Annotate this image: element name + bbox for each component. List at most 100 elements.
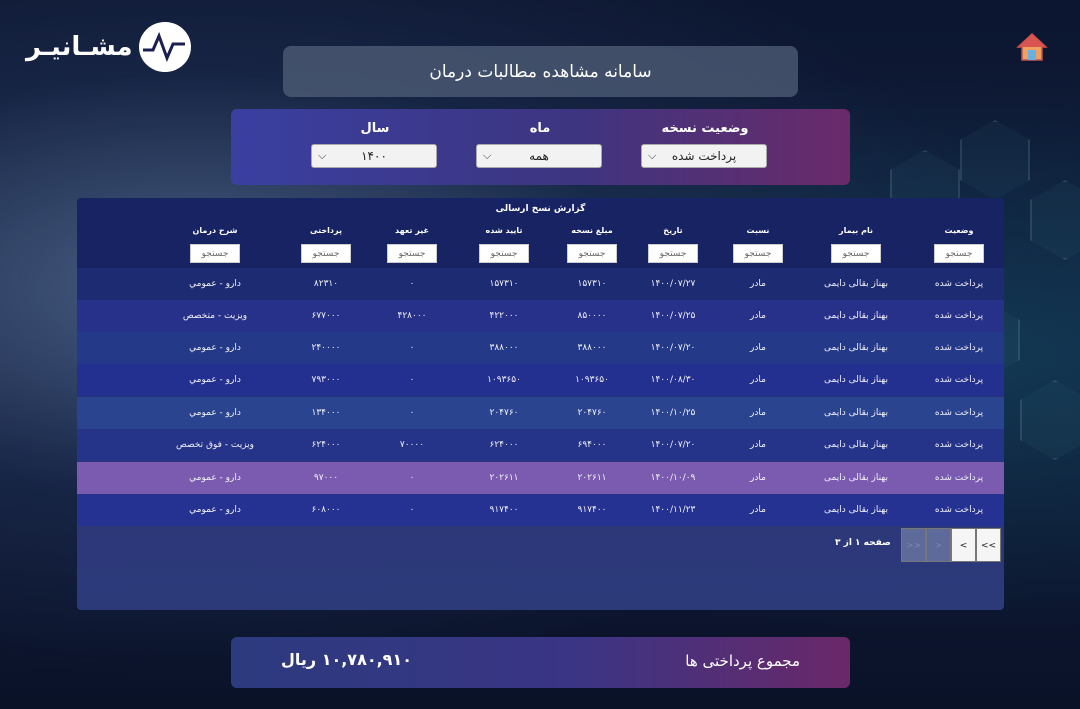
column-header: وضعیت جستجو [919, 226, 999, 263]
page-title: سامانه مشاهده مطالبات درمان [283, 46, 798, 97]
table-row[interactable]: ۴۲۶۳۴۳پرداخت شدهبهناز بقالی دایمیمادر۱۴۰… [77, 300, 1004, 332]
month-select[interactable]: همه ⌵ [476, 144, 602, 168]
bg-hex [960, 120, 1030, 200]
column-title: غیر تعهد [395, 226, 429, 235]
column-search-input[interactable]: جستجو [301, 244, 351, 263]
table-header: گزارش نسخ ارسالی شماره پرسنلیجستجووضعیتج… [77, 198, 1004, 268]
table-cell: بهناز بقالی دایمی [824, 375, 888, 385]
page-info: صفحه ۱ از ۳ [835, 538, 891, 548]
table-cell: بهناز بقالی دایمی [824, 408, 888, 418]
bg-hex [1030, 180, 1080, 260]
table-cell: بهناز بقالی دایمی [824, 279, 888, 289]
table-cell: دارو - عمومي [189, 279, 241, 289]
table-cell: ۶۷۷۰۰۰ [311, 311, 341, 321]
table-cell: پرداخت شده [934, 311, 984, 321]
chevron-down-icon: ⌵ [648, 149, 657, 162]
column-search-input[interactable]: جستجو [190, 244, 240, 263]
column-header: غیر تعهد جستجو [372, 226, 452, 263]
column-search-input[interactable]: جستجو [648, 244, 698, 263]
table-cell: ۹۷۰۰۰ [313, 473, 339, 483]
report-title: گزارش نسخ ارسالی [495, 204, 586, 214]
table-cell: دارو - عمومي [189, 505, 241, 515]
report-table: گزارش نسخ ارسالی شماره پرسنلیجستجووضعیتج… [77, 198, 1004, 610]
table-cell: بهناز بقالی دایمی [824, 440, 888, 450]
table-cell: دارو - عمومي [189, 343, 241, 353]
table-row[interactable]: ۴۲۶۳۴۳پرداخت شدهبهناز بقالی دایمیمادر۱۴۰… [77, 462, 1004, 494]
column-title: تاریخ [663, 226, 683, 235]
column-search-input[interactable]: جستجو [831, 244, 881, 263]
table-cell: پرداخت شده [934, 440, 984, 450]
logo-text: مشـانیـر [26, 32, 133, 62]
year-select[interactable]: ۱۴۰۰ ⌵ [311, 144, 437, 168]
year-select-value: ۱۴۰۰ [361, 149, 387, 163]
home-icon[interactable] [1016, 32, 1048, 62]
table-cell: پرداخت شده [934, 279, 984, 289]
table-cell: ۸۲۳۱۰ [313, 279, 339, 289]
logo-mark-icon [138, 22, 191, 72]
total-label: مجموع پرداختی ها [685, 652, 800, 670]
total-value: ۱۰,۷۸۰,۹۱۰ ریال [281, 650, 412, 669]
column-header: نسبت جستجو [718, 226, 798, 263]
chevron-down-icon: ⌵ [483, 149, 492, 162]
table-row[interactable]: ۴۲۶۳۴۳پرداخت شدهبهناز بقالی دایمیمادر۱۴۰… [77, 268, 1004, 300]
month-filter: ماه همه ⌵ [476, 121, 604, 168]
pagination: << < > >> [901, 528, 1001, 562]
table-row[interactable]: ۴۲۶۳۴۳پرداخت شدهبهناز بقالی دایمیمادر۱۴۰… [77, 364, 1004, 396]
chevron-down-icon: ⌵ [318, 149, 327, 162]
column-header: شرح درمان جستجو [175, 226, 255, 263]
column-title: وضعیت [944, 226, 974, 235]
column-header: تاریخ جستجو [633, 226, 713, 263]
column-search-input[interactable]: جستجو [567, 244, 617, 263]
table-cell: ويزيت - متخصص [182, 311, 248, 321]
status-filter: وضعیت نسخه پرداخت شده ⌵ [641, 121, 769, 168]
column-search-input[interactable]: جستجو [479, 244, 529, 263]
table-cell: دارو - عمومي [189, 408, 241, 418]
status-select[interactable]: پرداخت شده ⌵ [641, 144, 767, 168]
column-title: تایید شده [485, 226, 523, 235]
table-cell: دارو - عمومي [189, 375, 241, 385]
table-cell: بهناز بقالی دایمی [824, 343, 888, 353]
table-cell: ۱۳۴۰۰۰ [311, 408, 341, 418]
table-row[interactable]: ۴۲۶۳۴۳پرداخت شدهبهناز بقالی دایمیمادر۱۴۰… [77, 397, 1004, 429]
column-title: پرداختی [310, 226, 342, 235]
table-cell: ۷۹۳۰۰۰ [311, 375, 341, 385]
table-cell: ۶۰۸۰۰۰ [311, 505, 341, 515]
table-row[interactable]: ۴۲۶۳۴۳پرداخت شدهبهناز بقالی دایمیمادر۱۴۰… [77, 494, 1004, 526]
total-panel: مجموع پرداختی ها ۱۰,۷۸۰,۹۱۰ ریال [231, 637, 850, 688]
table-cell: ويزيت - فوق تخصص [175, 440, 255, 450]
table-cell: پرداخت شده [934, 408, 984, 418]
table-cell: پرداخت شده [934, 343, 984, 353]
table-cell: بهناز بقالی دایمی [824, 311, 888, 321]
table-cell: ۶۲۴۰۰۰ [311, 440, 341, 450]
prev-page-button[interactable]: < [951, 528, 976, 562]
table-cell: ۲۴۰۰۰۰ [311, 343, 341, 353]
column-header: نام بیمار جستجو [816, 226, 896, 263]
year-filter: سال ۱۴۰۰ ⌵ [311, 121, 439, 168]
column-title: مبلغ نسخه [571, 226, 613, 235]
status-filter-label: وضعیت نسخه [661, 121, 749, 136]
table-cell: بهناز بقالی دایمی [824, 505, 888, 515]
column-search-input[interactable]: جستجو [934, 244, 984, 263]
filter-panel: وضعیت نسخه پرداخت شده ⌵ ماه همه ⌵ سال ۱۴… [231, 109, 850, 185]
column-header: تایید شده جستجو [464, 226, 544, 263]
first-page-button[interactable]: << [976, 528, 1001, 562]
column-header: پرداختی جستجو [286, 226, 366, 263]
column-search-input[interactable]: جستجو [387, 244, 437, 263]
table-cell: دارو - عمومي [189, 473, 241, 483]
table-row[interactable]: ۴۲۶۳۴۳پرداخت شدهبهناز بقالی دایمیمادر۱۴۰… [77, 332, 1004, 364]
bg-hex [1020, 380, 1080, 460]
month-filter-label: ماه [529, 121, 551, 136]
column-title: شرح درمان [192, 226, 238, 235]
year-filter-label: سال [360, 121, 390, 136]
status-select-value: پرداخت شده [671, 149, 737, 163]
table-cell: پرداخت شده [934, 375, 984, 385]
next-page-button[interactable]: > [926, 528, 951, 562]
column-title: نسبت [746, 226, 770, 235]
table-cell: بهناز بقالی دایمی [824, 473, 888, 483]
table-cell: پرداخت شده [934, 505, 984, 515]
month-select-value: همه [529, 149, 549, 163]
table-row[interactable]: ۴۲۶۳۴۳پرداخت شدهبهناز بقالی دایمیمادر۱۴۰… [77, 429, 1004, 461]
column-search-input[interactable]: جستجو [733, 244, 783, 263]
brand-logo: مشـانیـر [26, 22, 191, 72]
last-page-button[interactable]: >> [901, 528, 926, 562]
